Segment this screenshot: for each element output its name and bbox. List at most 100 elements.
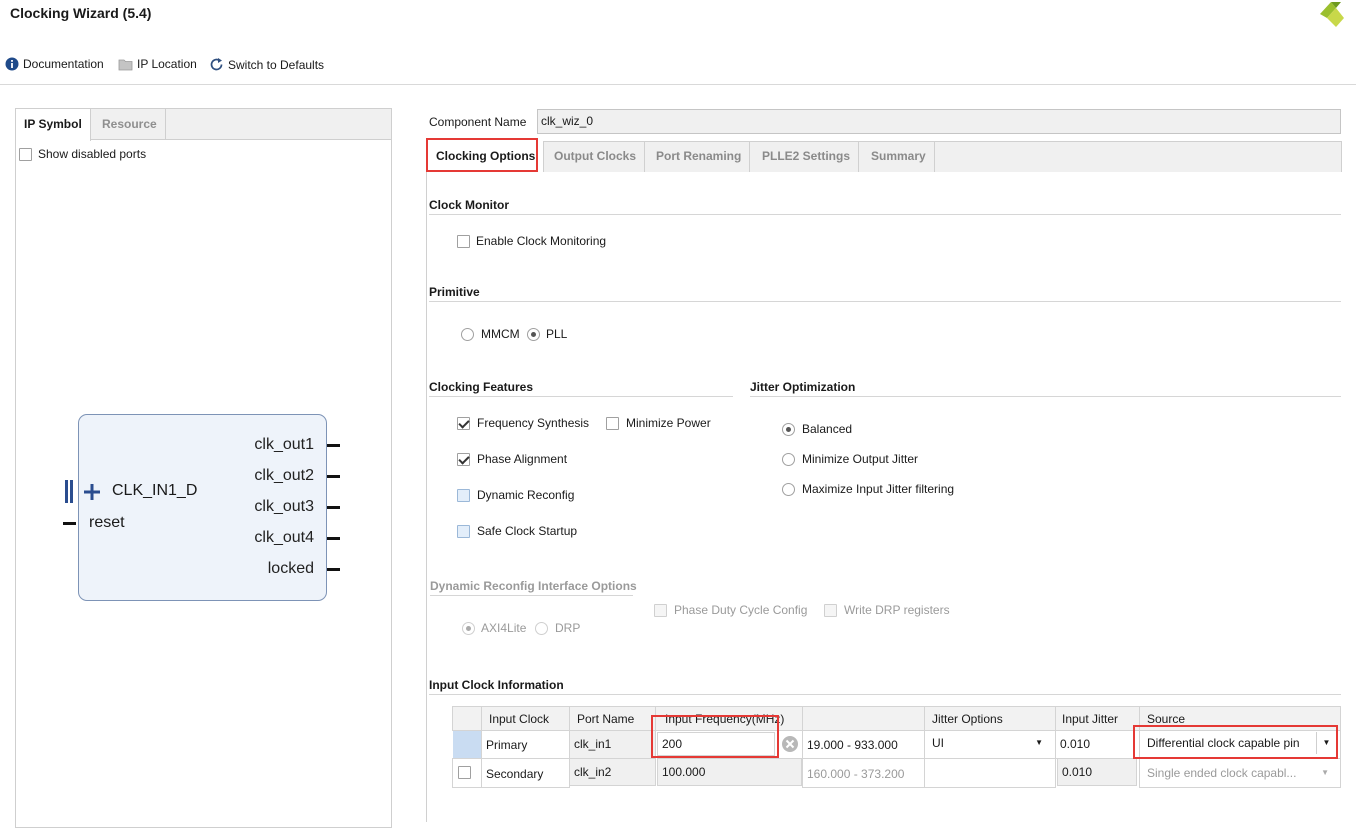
folder-icon [118,59,133,70]
dynamic-reconfig-interface-title: Dynamic Reconfig Interface Options [430,579,637,593]
maximize-input-jitter-label: Maximize Input Jitter filtering [802,482,955,496]
output-port-label: clk_out4 [254,529,314,546]
bus-marker-line [65,480,68,503]
table-header: Port Name [569,706,656,731]
phase-alignment-checkbox[interactable] [457,453,470,466]
table-header: Input Jitter [1055,706,1140,731]
clock-monitor-title: Clock Monitor [429,198,509,212]
phase-alignment-label: Phase Alignment [477,452,568,466]
enable-clock-monitoring-checkbox[interactable] [457,235,470,248]
tab-summary[interactable]: Summary [863,141,935,172]
component-name-input[interactable]: clk_wiz_0 [537,109,1341,134]
documentation-label: Documentation [23,57,104,71]
secondary-clock-checkbox[interactable] [458,766,471,779]
tab-ip-symbol[interactable]: IP Symbol [16,109,91,141]
table-header: Jitter Options [924,706,1056,731]
primitive-title: Primitive [429,285,480,299]
documentation-button[interactable]: Documentation [5,57,104,71]
table-corner [452,706,482,731]
output-port-label: clk_out1 [254,436,314,453]
write-drp-registers-checkbox[interactable] [824,604,837,617]
clocking-features-title: Clocking Features [429,380,534,394]
output-port-line [327,537,340,540]
output-port-line [327,568,340,571]
table-cell: clk_in1 [569,730,656,759]
phase-duty-cycle-label: Phase Duty Cycle Config [674,603,808,617]
table-cell: Secondary [481,758,570,788]
section-divider [750,396,1341,397]
table-header [802,706,925,731]
safe-clock-startup-label: Safe Clock Startup [477,524,578,538]
expand-plus-icon[interactable] [83,483,101,504]
highlight-frequency-box [651,715,779,758]
show-disabled-ports-label: Show disabled ports [38,147,147,161]
minimize-output-jitter-radio[interactable] [782,453,795,466]
highlight-source-box [1133,725,1338,759]
jitter-optimization-title: Jitter Optimization [750,380,856,394]
output-port-label: clk_out2 [254,467,314,484]
header-divider [0,84,1356,85]
axi4lite-radio[interactable] [462,622,475,635]
highlight-tab-box [426,138,538,172]
minimize-power-checkbox[interactable] [606,417,619,430]
section-divider [429,301,1341,302]
section-divider [429,694,1341,695]
write-drp-registers-label: Write DRP registers [844,603,950,617]
balanced-label: Balanced [802,422,853,436]
ip-location-button[interactable]: IP Location [118,57,197,71]
table-cell: 160.000 - 373.200 [802,758,925,788]
enable-clock-monitoring-label: Enable Clock Monitoring [476,234,607,248]
output-port-label: clk_out3 [254,498,314,515]
secondary-source-select[interactable]: Single ended clock capabl... ▼ [1139,758,1341,788]
tab-port-renaming[interactable]: Port Renaming [648,141,751,172]
frequency-synthesis-checkbox[interactable] [457,417,470,430]
output-port-line [327,475,340,478]
switch-to-defaults-button[interactable]: Switch to Defaults [209,57,324,72]
mmcm-radio[interactable] [461,328,474,341]
maximize-input-jitter-radio[interactable] [782,483,795,496]
input-port-label: CLK_IN1_D [112,482,198,499]
minimize-power-label: Minimize Power [626,416,711,430]
table-cell [924,758,1056,788]
table-header: Input Clock [481,706,570,731]
show-disabled-ports-checkbox[interactable] [19,148,32,161]
drp-radio[interactable] [535,622,548,635]
tab-output-clocks[interactable]: Output Clocks [546,141,646,172]
secondary-frequency-input[interactable]: 100.000 [657,758,802,786]
chevron-down-icon: ▼ [1321,768,1329,777]
section-divider [430,595,633,596]
tab-resource[interactable]: Resource [94,109,166,140]
reset-port-line [63,522,76,525]
info-icon [5,57,19,71]
chevron-down-icon: ▼ [1035,738,1043,747]
component-name-label: Component Name [429,115,527,129]
input-clock-info-title: Input Clock Information [429,678,564,692]
tab-plle2-settings[interactable]: PLLE2 Settings [754,141,860,172]
phase-duty-cycle-checkbox[interactable] [654,604,667,617]
primary-input-jitter-input[interactable]: 0.010 [1055,730,1140,759]
jitter-options-value: UI [932,736,944,750]
bus-marker-line [70,480,73,503]
secondary-source-value: Single ended clock capabl... [1147,766,1297,780]
balanced-radio[interactable] [782,423,795,436]
dynamic-reconfig-label: Dynamic Reconfig [477,488,575,502]
dynamic-reconfig-checkbox[interactable] [457,489,470,502]
pll-label: PLL [546,327,568,341]
jitter-options-select[interactable]: UI ▼ [924,730,1056,759]
table-cell: Primary [481,730,570,759]
table-cell: 19.000 - 933.000 [802,730,925,759]
secondary-input-jitter-input[interactable]: 0.010 [1057,758,1137,786]
clear-icon[interactable] [781,735,799,756]
left-panel: IP Symbol Resource Show disabled ports C… [15,108,392,828]
axi4lite-label: AXI4Lite [481,621,527,635]
table-cell: clk_in2 [569,758,656,786]
drp-label: DRP [555,621,581,635]
reset-port-label: reset [89,514,125,531]
switch-to-defaults-label: Switch to Defaults [228,57,325,72]
section-divider [429,214,1341,215]
xilinx-logo-icon [1314,0,1348,31]
output-port-line [327,444,340,447]
minimize-output-jitter-label: Minimize Output Jitter [802,452,919,466]
safe-clock-startup-checkbox[interactable] [457,525,470,538]
pll-radio[interactable] [527,328,540,341]
